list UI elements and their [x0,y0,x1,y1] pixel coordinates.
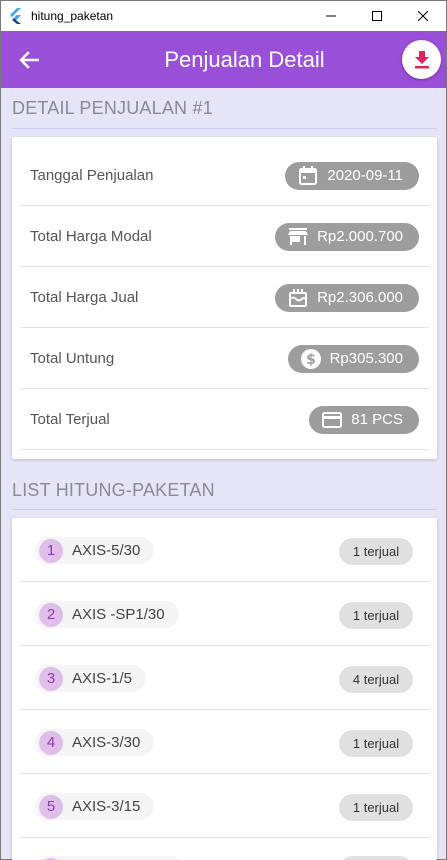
back-button[interactable] [1,31,57,88]
close-icon [418,11,428,21]
detail-value-chip: 2020-09-11 [285,161,419,190]
detail-label: Total Untung [30,350,115,367]
detail-row-date: Tanggal Penjualan 2020-09-11 [12,145,437,206]
list-item-partial[interactable] [12,838,437,860]
item-name-pill: 3 AXIS-1/5 [35,665,147,692]
close-button[interactable] [400,1,446,31]
item-number-badge: 2 [39,602,63,627]
detail-row-untung: Total Untung $ Rp305.300 [12,328,437,389]
detail-value-chip: Rp2.306.000 [275,283,419,312]
detail-value-chip: Rp2.000.700 [275,222,419,251]
store-icon [287,226,309,248]
detail-value-chip: 81 PCS [309,405,419,434]
window-title: hitung_paketan [31,9,114,23]
section-divider [12,509,437,510]
item-name: AXIS-3/15 [72,798,141,815]
detail-value: Rp2.306.000 [317,289,403,306]
maximize-button[interactable] [354,1,400,31]
detail-row-modal: Total Harga Modal Rp2.000.700 [12,206,437,267]
detail-section-header: DETAIL PENJUALAN #1 [12,98,213,118]
detail-row-terjual: Total Terjual 81 PCS [12,389,437,450]
item-name-pill: 1 AXIS-5/30 [35,537,155,564]
cake-icon [287,287,309,309]
item-sold-badge: 1 terjual [339,602,413,629]
credit-card-icon [321,409,343,431]
item-name-pill: 2 AXIS -SP1/30 [35,601,179,628]
item-sold-badge: 4 terjual [339,666,413,693]
detail-row-jual: Total Harga Jual Rp2.306.000 [12,267,437,328]
list-section-header: LIST HITUNG-PAKETAN [12,480,215,500]
arrow-left-icon [19,50,39,69]
list-item[interactable]: 4 AXIS-3/30 1 terjual [12,710,437,774]
detail-value: 2020-09-11 [327,167,403,184]
minimize-button[interactable] [308,1,354,31]
detail-label: Total Harga Jual [30,289,139,306]
item-name: AXIS-5/30 [72,542,141,559]
list-item[interactable]: 2 AXIS -SP1/30 1 terjual [12,582,437,646]
flutter-logo-icon [10,8,21,24]
page-title: Penjualan Detail [164,46,325,72]
item-name-pill: 5 AXIS-3/15 [35,793,155,820]
detail-value: 81 PCS [351,411,403,428]
item-name: AXIS-1/5 [72,670,133,687]
item-number-badge: 5 [39,794,63,819]
download-icon [414,50,429,68]
dollar-icon: $ [300,348,322,370]
detail-value: Rp305.300 [329,350,403,367]
item-name: AXIS -SP1/30 [72,606,165,623]
detail-label: Total Harga Modal [30,228,152,245]
list-item[interactable]: 1 AXIS-5/30 1 terjual [12,518,437,582]
svg-text:$: $ [306,352,316,368]
row-divider [20,449,429,450]
list-item[interactable]: 5 AXIS-3/15 1 terjual [12,774,437,838]
minimize-icon [326,15,336,17]
detail-card: Tanggal Penjualan 2020-09-11 Total Harga… [12,137,437,459]
app-bar: Penjualan Detail [1,31,446,88]
window-controls [308,1,446,31]
maximize-icon [372,11,382,21]
section-divider [12,128,437,129]
list-card: 1 AXIS-5/30 1 terjual 2 AXIS -SP1/30 1 t… [12,518,437,860]
detail-label: Total Terjual [30,411,110,428]
detail-value: Rp2.000.700 [317,228,403,245]
item-name-pill: 4 AXIS-3/30 [35,729,155,756]
window-titlebar: hitung_paketan [1,1,446,31]
item-number-badge: 3 [39,666,63,691]
list-item[interactable]: 3 AXIS-1/5 4 terjual [12,646,437,710]
item-name: AXIS-3/30 [72,734,141,751]
detail-value-chip: $ Rp305.300 [287,344,419,373]
item-sold-badge: 1 terjual [339,538,413,565]
item-number-badge: 4 [39,730,63,755]
item-name-pill [35,856,185,860]
download-button[interactable] [402,40,441,79]
item-sold-badge [339,856,413,860]
item-number-badge: 1 [39,538,63,563]
calendar-icon [297,165,319,187]
item-sold-badge: 1 terjual [339,730,413,757]
detail-label: Tanggal Penjualan [30,167,154,184]
item-sold-badge: 1 terjual [339,794,413,821]
